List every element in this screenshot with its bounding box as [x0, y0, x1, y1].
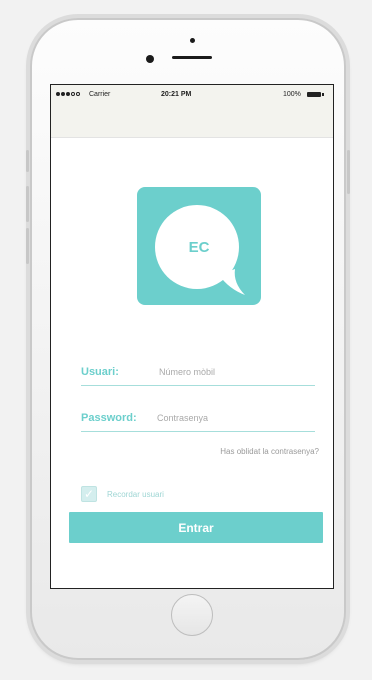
app-screen: Carrier 20:21 PM 100% EC Usuari: Passwor… — [50, 84, 334, 589]
carrier-name: Carrier — [89, 91, 111, 98]
home-button[interactable] — [171, 594, 213, 636]
mute-switch — [26, 150, 29, 172]
username-label: Usuari: — [81, 366, 119, 378]
signal-dots-icon — [56, 92, 80, 96]
forgot-password-link[interactable]: Has oblidat la contrasenya? — [220, 447, 319, 456]
username-input[interactable] — [159, 365, 309, 379]
login-button[interactable]: Entrar — [69, 512, 323, 543]
password-field[interactable]: Password: — [81, 403, 315, 432]
logo-text: EC — [188, 239, 210, 256]
battery-percent: 100% — [283, 91, 301, 98]
remember-checkbox[interactable]: ✓ — [81, 486, 97, 502]
earpiece-speaker — [172, 56, 212, 59]
volume-down-button — [26, 228, 29, 264]
password-input[interactable] — [157, 411, 307, 425]
front-camera — [146, 55, 154, 63]
app-logo: EC — [137, 187, 261, 305]
volume-up-button — [26, 186, 29, 222]
front-sensor — [190, 38, 195, 43]
status-bar: Carrier 20:21 PM 100% — [51, 85, 333, 138]
power-button — [347, 150, 350, 194]
remember-user-option[interactable]: ✓ Recordar usuari — [81, 485, 164, 503]
checkmark-icon: ✓ — [83, 487, 95, 501]
status-time: 20:21 PM — [161, 91, 192, 98]
password-label: Password: — [81, 412, 137, 424]
remember-label: Recordar usuari — [107, 489, 164, 499]
battery-icon — [307, 92, 321, 97]
username-field[interactable]: Usuari: — [81, 357, 315, 386]
